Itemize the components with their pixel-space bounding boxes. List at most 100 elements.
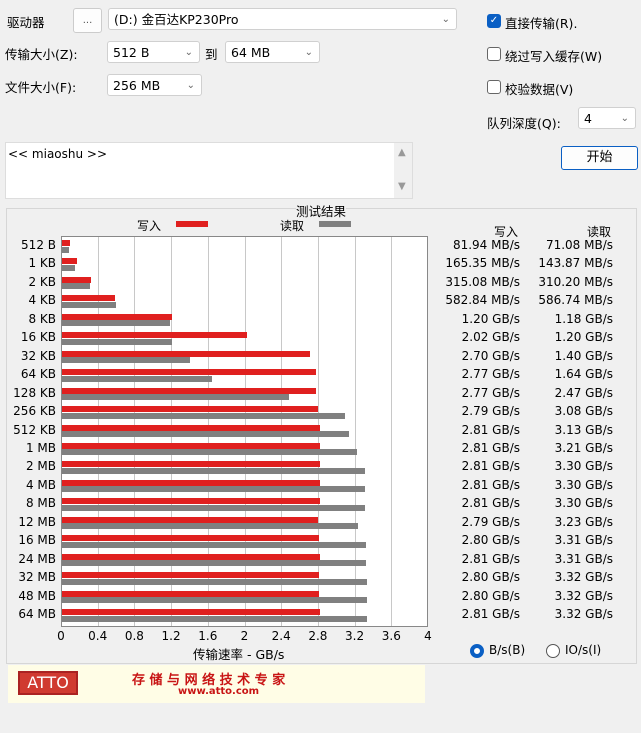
write-speed-value: 2.77 GB/s (461, 367, 520, 382)
file-size-select[interactable]: 256 MB ⌄ (107, 74, 202, 96)
write-bar (62, 387, 317, 394)
write-bar (62, 350, 310, 357)
x-tick-label: 0.4 (88, 629, 108, 643)
direct-io-checkbox[interactable]: ✓ (487, 14, 501, 28)
x-tick-label: 2.8 (308, 629, 328, 643)
read-bar (62, 578, 367, 585)
read-speed-value: 71.08 MB/s (545, 238, 613, 252)
read-bar (62, 338, 173, 345)
read-bar (62, 412, 345, 419)
category-label: 4 KB (28, 293, 56, 308)
transfer-size-label: 传输大小(Z): (5, 47, 78, 62)
write-speed-value: 2.79 GB/s (461, 514, 520, 529)
chevron-down-icon: ⌄ (620, 113, 629, 124)
category-label: 48 MB (18, 588, 56, 603)
file-size-value: 256 MB (113, 78, 161, 93)
read-speed-value: 3.30 GB/s (554, 459, 613, 474)
write-speed-value: 2.79 GB/s (461, 404, 520, 419)
write-speed-value: 2.70 GB/s (461, 348, 520, 363)
read-speed-value: 3.21 GB/s (554, 440, 613, 455)
bypass-cache-checkbox[interactable] (487, 47, 501, 61)
read-bar (62, 615, 367, 622)
write-bar (62, 332, 248, 339)
write-bar (62, 609, 320, 615)
category-label: 8 MB (25, 496, 56, 511)
write-bar (62, 498, 320, 505)
x-tick-label: 2 (240, 629, 249, 643)
read-bar (62, 246, 69, 253)
scroll-up-icon[interactable]: ▲ (398, 147, 406, 158)
drive-value: (D:) 金百达KP230Pro (114, 12, 239, 27)
write-bar (62, 313, 173, 320)
transfer-to-value: 64 MB (231, 45, 271, 60)
drive-select[interactable]: (D:) 金百达KP230Pro ⌄ (108, 8, 457, 30)
browse-button[interactable]: ... (73, 8, 102, 33)
read-speed-value: 3.32 GB/s (554, 588, 613, 603)
read-speed-value: 3.32 GB/s (554, 607, 613, 621)
verify-data-checkbox[interactable] (487, 80, 501, 94)
write-speed-value: 2.80 GB/s (461, 588, 520, 603)
write-speed-value: 165.35 MB/s (445, 256, 520, 271)
write-bar (62, 553, 320, 560)
queue-depth-select[interactable]: 4 ⌄ (578, 107, 636, 129)
category-label: 8 KB (28, 311, 56, 326)
description-textarea[interactable]: << miaoshu >> ▲ ▼ (5, 142, 413, 199)
read-bar (62, 560, 366, 567)
gridline (391, 237, 393, 626)
write-speed-value: 2.81 GB/s (461, 477, 520, 492)
atto-logo: ATTO (18, 671, 78, 695)
read-bar (62, 375, 213, 382)
category-label: 32 KB (20, 348, 56, 363)
category-label: 12 MB (18, 514, 56, 529)
read-speed-value: 586.74 MB/s (538, 293, 613, 308)
read-speed-value: 1.20 GB/s (554, 330, 613, 345)
read-bar (62, 394, 289, 401)
category-label: 1 MB (25, 440, 56, 455)
transfer-to-select[interactable]: 64 MB ⌄ (225, 41, 320, 63)
banner-url[interactable]: www.atto.com (178, 686, 259, 697)
write-speed-value: 2.81 GB/s (461, 496, 520, 511)
read-bar (62, 431, 350, 437)
drive-label: 驱动器 (7, 15, 45, 30)
x-tick-label: 2.4 (271, 629, 291, 643)
read-bar (62, 597, 367, 604)
scrollbar[interactable]: ▲ ▼ (394, 143, 412, 198)
chevron-down-icon: ⌄ (304, 47, 313, 58)
x-tick-label: 1.6 (198, 629, 218, 643)
write-speed-value: 2.81 GB/s (461, 551, 520, 566)
unit-bs-label: B/s(B) (489, 643, 526, 657)
category-label: 1 KB (28, 256, 56, 271)
category-label: 2 KB (28, 274, 56, 289)
read-bar (62, 320, 171, 327)
category-label: 16 MB (18, 533, 56, 548)
write-bar (62, 516, 318, 523)
write-speed-value: 2.81 GB/s (461, 422, 520, 437)
scroll-down-icon[interactable]: ▼ (398, 181, 406, 192)
read-speed-value: 3.23 GB/s (554, 514, 613, 529)
read-bar (62, 541, 366, 548)
category-label: 64 KB (20, 367, 56, 382)
read-bar (62, 357, 191, 364)
write-speed-value: 2.81 GB/s (461, 607, 520, 621)
x-tick-label: 1.2 (161, 629, 181, 643)
read-speed-value: 1.18 GB/s (554, 311, 613, 326)
transfer-from-select[interactable]: 512 B ⌄ (107, 41, 200, 63)
write-bar (62, 461, 320, 468)
x-tick-label: 0.8 (124, 629, 144, 643)
x-tick-label: 3.6 (381, 629, 401, 643)
bypass-cache-label: 绕过写入缓存(W) (505, 49, 603, 64)
legend-read-label: 读取 (280, 219, 305, 233)
transfer-from-value: 512 B (113, 45, 150, 60)
read-bar (62, 523, 359, 530)
category-label: 32 MB (18, 570, 56, 585)
unit-ios-label: IO/s(I) (565, 643, 602, 657)
read-bar (62, 467, 365, 474)
unit-bs-radio[interactable] (470, 644, 484, 658)
unit-ios-radio[interactable] (546, 644, 560, 658)
start-button[interactable]: 开始 (561, 146, 638, 170)
write-bar (62, 276, 91, 283)
write-bar (62, 535, 319, 542)
atto-banner[interactable]: ATTO 存 储 与 网 络 技 术 专 家 www.atto.com (8, 665, 425, 703)
read-bar (62, 486, 365, 493)
read-bar (62, 264, 76, 271)
